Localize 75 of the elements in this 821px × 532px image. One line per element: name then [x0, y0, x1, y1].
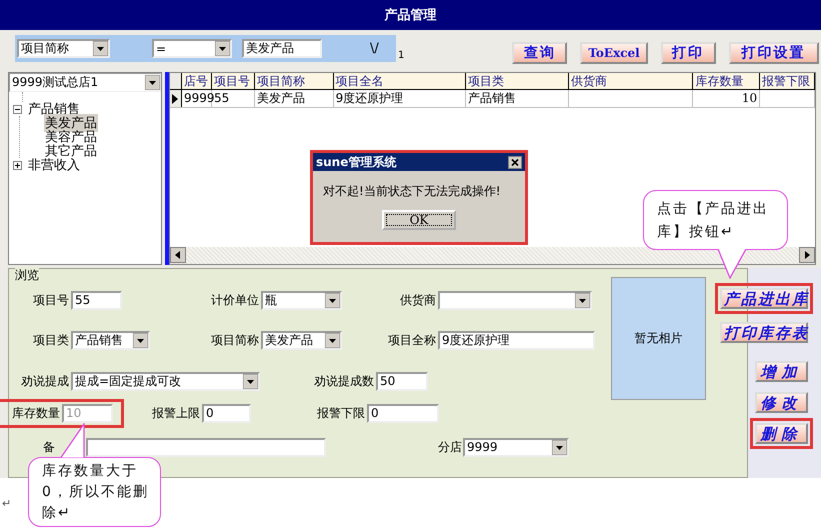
tree-item[interactable]: 非营收入	[27, 156, 81, 174]
field-label: 项目类	[32, 332, 70, 348]
table-cell: 9999	[182, 90, 212, 107]
table-cell: 10	[693, 90, 760, 107]
callout-text: 库存数量大于0，所以不能删除↵	[42, 462, 150, 523]
dropdown-arrow-icon	[133, 332, 148, 348]
field-label: 备	[43, 438, 56, 456]
toolbar-button[interactable]: 打印设置	[728, 42, 819, 64]
dropdown[interactable]: 瓶	[261, 290, 342, 310]
action-button[interactable]: 打印库存表	[720, 322, 808, 343]
dialog-message: 对不起!当前状态下无法完成操作!	[323, 183, 502, 200]
dropdown-arrow-icon	[325, 332, 340, 348]
column-header[interactable]: 项目号	[212, 73, 255, 90]
collapse-icon[interactable]	[13, 104, 22, 114]
field-label: 供货商	[399, 292, 437, 308]
dropdown-arrow-icon	[93, 41, 108, 56]
field-label: 分店	[438, 438, 463, 456]
field-label: 报警上限	[151, 404, 201, 422]
ok-button[interactable]: OK	[382, 210, 456, 230]
photo-caption: 暂无相片	[634, 330, 682, 347]
field-label: 计价单位	[210, 292, 260, 308]
dropdown[interactable]: 美发产品	[261, 330, 342, 350]
value-field[interactable]: 美发产品	[242, 39, 322, 58]
window-title: 产品管理	[0, 0, 821, 30]
horizontal-scrollbar[interactable]	[170, 247, 815, 264]
field-label: 报警下限	[316, 404, 366, 422]
field-label: 库存数量	[11, 404, 61, 422]
dropdown-arrow-icon	[575, 292, 590, 308]
table-cell: 9度还原护理	[334, 90, 466, 107]
close-icon[interactable]	[508, 156, 522, 168]
dropdown[interactable]: 产品销售	[71, 330, 150, 350]
column-header[interactable]: 店号	[182, 73, 212, 90]
column-header[interactable]: 项目类	[466, 73, 569, 90]
table-cell: 美发产品	[254, 90, 334, 107]
column-header[interactable]: 项目简称	[254, 73, 334, 90]
dropdown-arrow-icon	[552, 440, 567, 454]
dropdown[interactable]	[438, 290, 592, 310]
input-field[interactable]: 0	[202, 404, 251, 422]
dropdown-arrow-icon	[215, 41, 230, 56]
scroll-left-icon[interactable]	[170, 247, 186, 263]
dropdown-arrow-icon	[325, 292, 340, 308]
input-field[interactable]: 9度还原护理	[438, 330, 595, 350]
toolbar-button[interactable]: 查询	[512, 42, 568, 64]
result-count: 1	[398, 50, 404, 61]
field-label: 项目全称	[387, 332, 437, 348]
toolbar-button[interactable]: 打印	[660, 42, 716, 64]
paragraph-mark: ↵	[2, 497, 12, 510]
field-dropdown[interactable]: 项目简称	[17, 39, 110, 58]
callout-text: 点击【产品进出库】按钮↵	[657, 200, 770, 242]
dropdown-arrow-icon	[243, 374, 258, 388]
field-label: 劝说提成数	[313, 372, 375, 390]
action-button[interactable]: 产品进出库	[720, 288, 808, 309]
input-field[interactable]: 0	[367, 404, 439, 422]
action-button[interactable]: 删除	[755, 423, 808, 444]
column-header[interactable]: 报警下限	[760, 73, 815, 90]
operator-dropdown[interactable]: =	[152, 39, 232, 58]
scroll-right-icon[interactable]	[799, 247, 815, 263]
column-header[interactable]: 供货商	[568, 73, 694, 90]
expand-icon[interactable]	[13, 160, 22, 170]
field-label: 项目简称	[210, 332, 260, 348]
field-label: 劝说提成	[20, 372, 70, 390]
dialog-title: sune管理系统	[316, 154, 396, 170]
dropdown[interactable]: 提成=固定提成可改	[71, 372, 260, 390]
toolbar-button[interactable]: ToExcel	[580, 42, 648, 64]
column-header[interactable]: 库存数量	[693, 73, 760, 90]
table-cell: 产品销售	[466, 90, 569, 107]
input-field[interactable]: 55	[71, 290, 122, 310]
store-dropdown[interactable]: 9999测试总店1	[9, 73, 161, 92]
field-label: 项目号	[32, 292, 70, 308]
filter-symbol: \/	[370, 41, 379, 56]
action-button[interactable]: 增加	[755, 361, 808, 382]
input-field[interactable]: 50	[376, 372, 428, 390]
dropdown[interactable]: 9999	[463, 438, 569, 456]
column-header[interactable]: 项目全名	[334, 73, 466, 90]
action-button[interactable]: 修改	[755, 392, 808, 413]
